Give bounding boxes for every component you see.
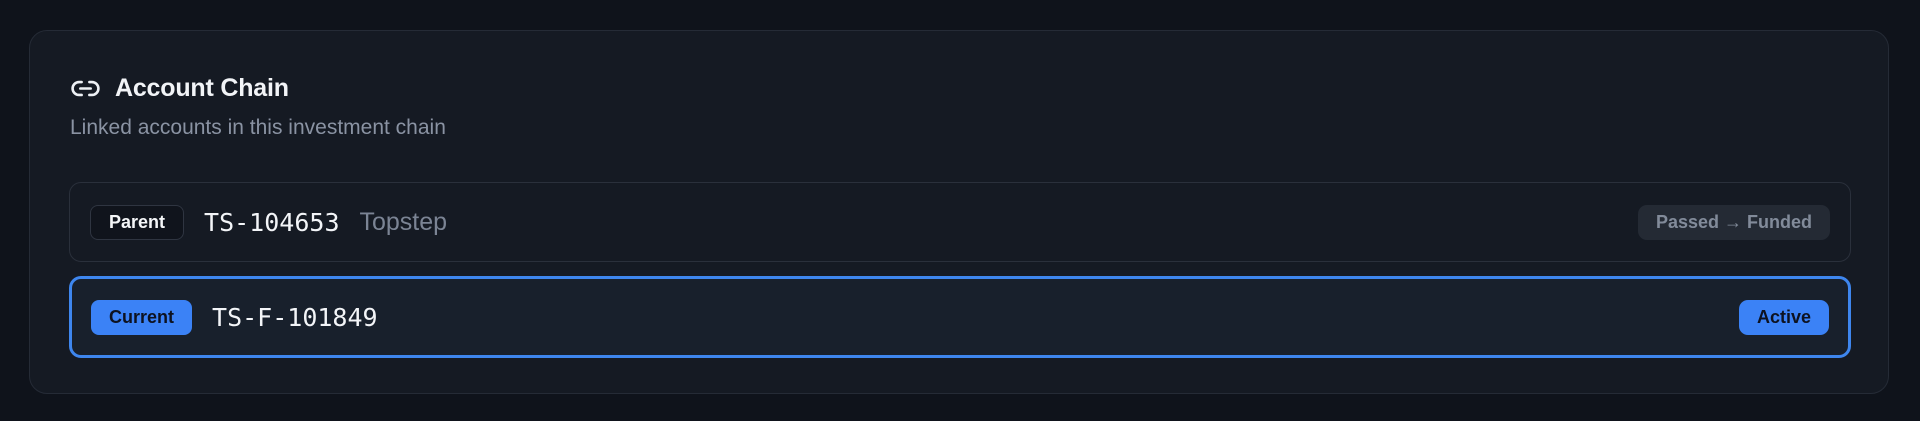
status-badge: Passed → Funded xyxy=(1637,204,1830,240)
account-row-current[interactable]: Current TS-F-101849 Active xyxy=(69,276,1851,358)
link-icon xyxy=(70,73,101,104)
status-badge: Active xyxy=(1738,299,1829,335)
account-id: TS-104653 xyxy=(204,207,340,237)
account-row-parent[interactable]: Parent TS-104653 Topstep Passed → Funded xyxy=(69,182,1851,262)
card-subtitle: Linked accounts in this investment chain xyxy=(70,116,446,139)
card-header: Account Chain xyxy=(70,73,289,104)
firm-name: Topstep xyxy=(359,207,448,236)
account-chain-card: Account Chain Linked accounts in this in… xyxy=(29,30,1889,394)
account-id: TS-F-101849 xyxy=(212,302,378,332)
card-title: Account Chain xyxy=(115,74,289,102)
parent-badge: Parent xyxy=(90,204,185,240)
current-badge: Current xyxy=(91,299,193,335)
